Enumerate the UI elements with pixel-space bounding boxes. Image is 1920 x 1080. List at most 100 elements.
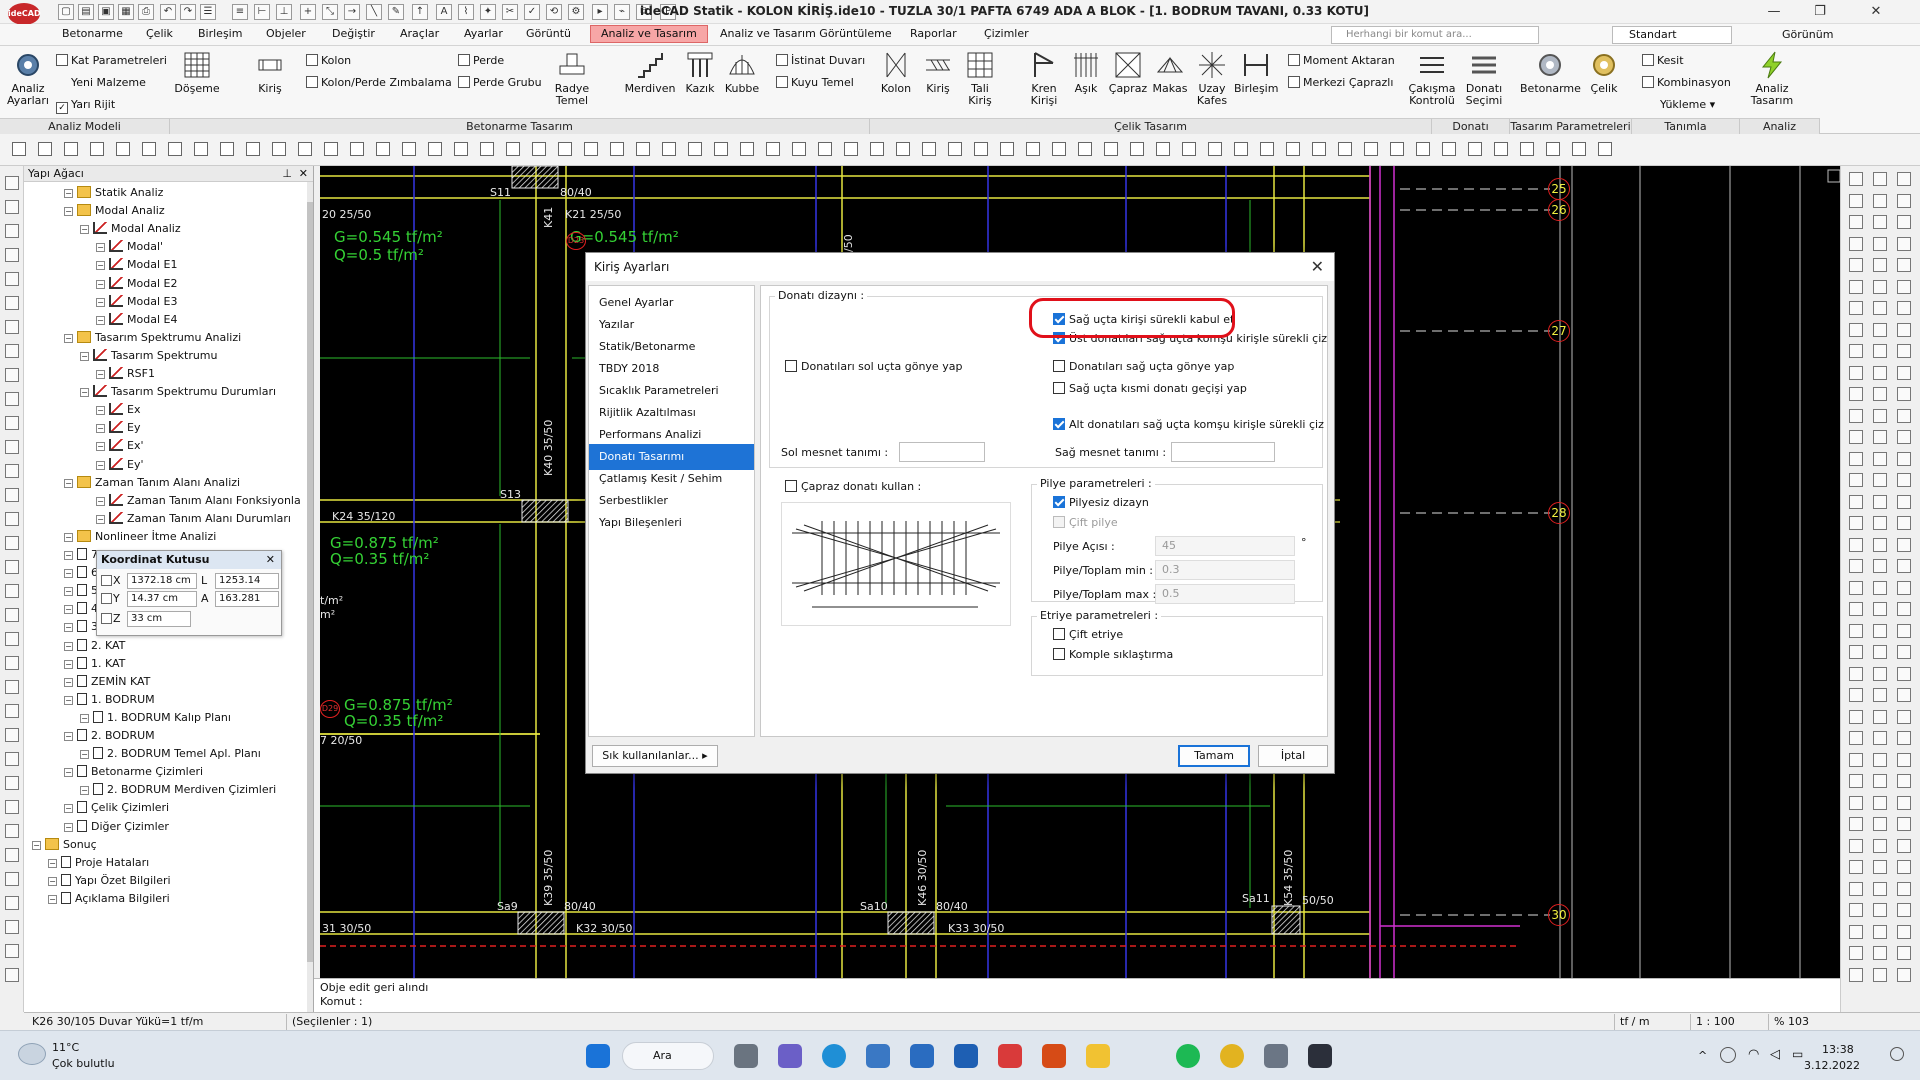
tool-icon[interactable] [1897, 322, 1911, 337]
snap-icon[interactable]: + [300, 4, 316, 20]
tool-icon[interactable] [1849, 881, 1863, 896]
arrow-icon[interactable]: → [344, 4, 360, 20]
tree-node[interactable]: − 2. BODRUM Merdiven Çizimleri [80, 781, 276, 799]
tool-icon[interactable] [714, 142, 728, 156]
tool-icon[interactable] [38, 142, 52, 156]
tool-icon[interactable] [1849, 344, 1863, 358]
tool-icon[interactable] [5, 464, 19, 478]
tool-icon[interactable] [1849, 516, 1863, 530]
taskbar-search[interactable]: Ara [622, 1042, 714, 1070]
tool-icon[interactable] [1849, 924, 1863, 939]
expand-collapse-icon[interactable]: − [80, 786, 89, 796]
tool-icon[interactable] [1897, 236, 1911, 251]
maximize-icon[interactable]: ❐ [1800, 2, 1840, 22]
expand-collapse-icon[interactable]: − [64, 623, 73, 633]
chrome-icon[interactable] [1220, 1044, 1244, 1068]
tool-icon[interactable] [5, 344, 19, 358]
tool-icon[interactable] [5, 200, 19, 214]
export-icon[interactable]: ▸ [592, 4, 608, 20]
makas-button[interactable]: Makas [1150, 50, 1190, 95]
tool-icon[interactable] [1897, 795, 1911, 810]
sag-kismi-checkbox[interactable]: Sağ uçta kısmi donatı geçişi yap [1053, 382, 1247, 396]
tool-icon[interactable] [220, 142, 234, 156]
weather-description[interactable]: Çok bulutlu [52, 1057, 115, 1070]
tree-scroll-thumb[interactable] [307, 202, 313, 962]
tool-icon[interactable] [1849, 623, 1863, 638]
kat-parametreleri-button[interactable]: Kat Parametreleri [56, 54, 167, 67]
tool-icon[interactable] [376, 142, 390, 156]
tool-icon[interactable] [1873, 731, 1887, 745]
tool-icon[interactable] [5, 536, 19, 550]
tool-icon[interactable] [1849, 430, 1863, 444]
tree-node[interactable]: − Proje Hataları [48, 854, 149, 872]
tool-icon[interactable] [1849, 817, 1863, 831]
menu-objeler[interactable]: Objeler [266, 27, 306, 40]
measure-icon[interactable]: ⊥ [276, 4, 292, 20]
tool-icon[interactable] [5, 320, 19, 334]
expand-collapse-icon[interactable]: − [80, 351, 89, 361]
tool-icon[interactable] [1873, 516, 1887, 530]
tree-node[interactable]: − Modal E1 [96, 256, 177, 274]
expand-collapse-icon[interactable]: − [64, 551, 73, 560]
tool-icon[interactable] [1572, 142, 1586, 156]
tool-icon[interactable] [818, 142, 832, 156]
tool-icon[interactable] [1873, 473, 1887, 487]
sol-gonye-checkbox[interactable]: Donatıları sol uçta gönye yap [785, 360, 962, 374]
expand-collapse-icon[interactable]: − [96, 279, 105, 289]
tool-icon[interactable] [1897, 924, 1911, 939]
alt-donati-sag-checkbox[interactable]: Alt donatıları sağ uçta komşu kirişle sü… [1053, 418, 1324, 432]
tree-node[interactable]: − Tasarım Spektrumu Analizi [64, 329, 241, 347]
tool-icon[interactable] [1897, 559, 1911, 573]
expand-collapse-icon[interactable]: − [96, 424, 105, 434]
tool-icon[interactable] [142, 142, 156, 156]
expand-collapse-icon[interactable]: − [64, 532, 73, 542]
donati-secimi-button[interactable]: Donatı Seçimi [1464, 50, 1504, 107]
redo-icon[interactable]: ↷ [180, 4, 196, 20]
tool-icon[interactable] [1897, 516, 1911, 530]
brush-icon[interactable]: ⌇ [458, 4, 474, 20]
tool-icon[interactable] [662, 142, 676, 156]
tool-icon[interactable] [792, 142, 806, 156]
list-icon[interactable]: ≡ [232, 4, 248, 20]
cift-etriye-checkbox[interactable]: Çift etriye [1053, 628, 1123, 642]
tool-icon[interactable] [1849, 193, 1863, 208]
tool-icon[interactable] [480, 142, 494, 156]
l-value[interactable]: 1253.14 cm [215, 573, 279, 600]
tree-node[interactable]: − Ey' [96, 456, 143, 474]
expand-collapse-icon[interactable]: − [64, 768, 73, 778]
radye-temel-button[interactable]: Radye Temel [552, 50, 592, 107]
dimension-icon[interactable]: ⊢ [254, 4, 270, 20]
tool-icon[interactable] [324, 142, 338, 156]
tree-node[interactable]: − Zaman Tanım Alanı Analizi [64, 474, 240, 492]
expand-collapse-icon[interactable]: − [48, 858, 57, 868]
tree-node[interactable]: − Statik Analiz [64, 184, 163, 202]
expand-collapse-icon[interactable]: − [96, 460, 105, 470]
tool-icon[interactable] [5, 680, 19, 694]
tool-icon[interactable] [948, 142, 962, 156]
tool-icon[interactable] [1364, 142, 1378, 156]
tool-icon[interactable] [1897, 774, 1911, 788]
tool-icon[interactable] [1897, 881, 1911, 896]
expand-collapse-icon[interactable]: − [64, 478, 73, 488]
battery-icon[interactable]: ▭ [1792, 1047, 1803, 1061]
menu-degistir[interactable]: Değiştir [332, 27, 375, 40]
tool-icon[interactable] [168, 142, 182, 156]
tool-icon[interactable] [5, 968, 19, 982]
tool-icon[interactable] [1442, 142, 1456, 156]
tree-node[interactable]: − 1. BODRUM [64, 691, 155, 709]
tree-node[interactable]: − Ey [96, 419, 140, 437]
tool-icon[interactable] [1873, 688, 1887, 702]
tree-node[interactable]: − RSF1 [96, 365, 155, 383]
save-as-icon[interactable]: ▦ [118, 4, 134, 20]
tool-icon[interactable] [298, 142, 312, 156]
mail-icon[interactable] [910, 1044, 934, 1068]
tool-icon[interactable] [1873, 365, 1887, 380]
tool-icon[interactable] [5, 608, 19, 622]
tool-icon[interactable] [1873, 967, 1887, 982]
tool-icon[interactable] [1849, 387, 1863, 401]
tool-icon[interactable] [1849, 688, 1863, 702]
uzay-kafes-button[interactable]: Uzay Kafes [1192, 50, 1232, 107]
expand-collapse-icon[interactable]: − [96, 297, 105, 307]
command-area[interactable]: Obje edit geri alındı Komut : [314, 978, 1840, 1012]
expand-collapse-icon[interactable]: − [48, 876, 57, 886]
